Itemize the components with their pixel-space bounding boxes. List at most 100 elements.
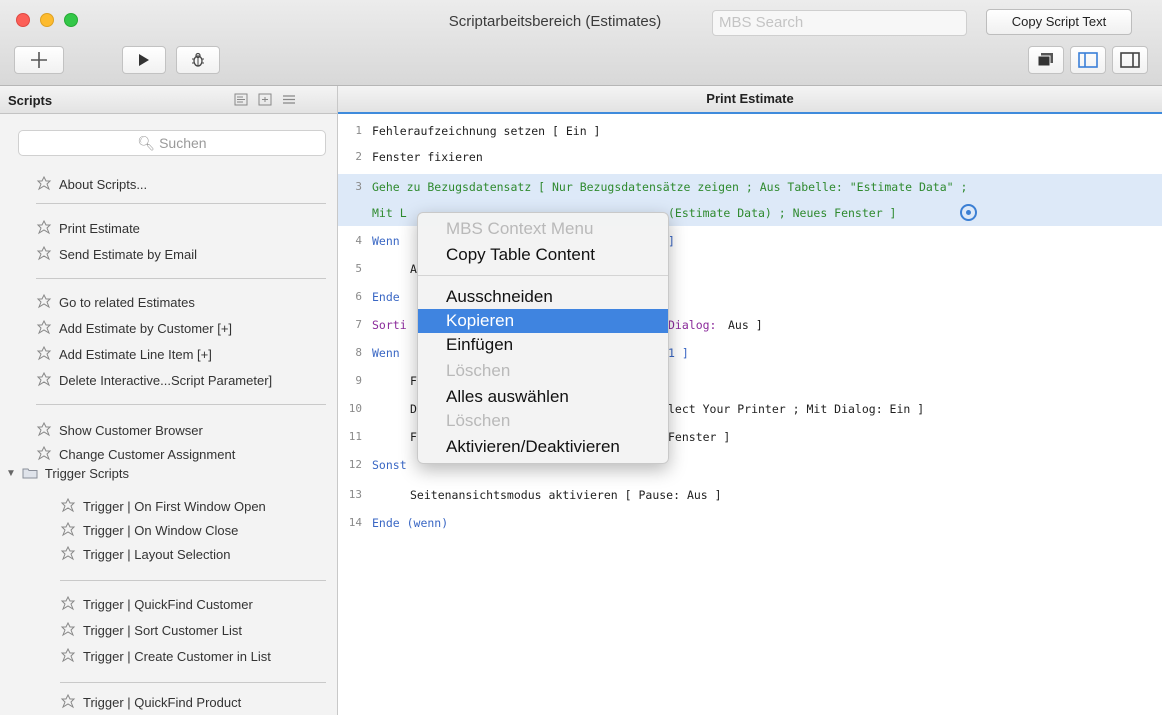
script-item-print-estimate[interactable]: Print Estimate bbox=[36, 218, 140, 238]
line-text: (Estimate Data) ; Neues Fenster ] bbox=[668, 206, 897, 220]
close-window-button[interactable] bbox=[16, 13, 30, 27]
script-icon bbox=[60, 694, 76, 709]
menu-item-toggle-enable[interactable]: Aktivieren/Deaktivieren bbox=[418, 435, 668, 459]
script-line[interactable]: 1 Fehleraufzeichnung setzen [ Ein ] bbox=[338, 118, 1162, 144]
script-icon bbox=[60, 648, 76, 663]
script-label: Change Customer Assignment bbox=[59, 446, 236, 462]
copy-script-text-button[interactable]: Copy Script Text bbox=[986, 9, 1132, 35]
script-item-trigger-layout-selection[interactable]: Trigger | Layout Selection bbox=[60, 544, 230, 564]
search-icon: 🔍︎ bbox=[137, 135, 156, 151]
line-text: Sonst bbox=[372, 458, 407, 472]
menu-item-select-all[interactable]: Alles auswählen bbox=[418, 385, 668, 409]
scripts-sidebar: Scripts 🔍︎ Suchen About Scripts... Print… bbox=[0, 86, 338, 715]
line-number: 11 bbox=[348, 430, 362, 443]
script-line[interactable]: 13 Seitenansichtsmodus aktivieren [ Paus… bbox=[338, 482, 1162, 508]
line-number: 14 bbox=[348, 516, 362, 529]
edit-step-options-icon[interactable] bbox=[960, 204, 977, 221]
play-icon bbox=[139, 54, 149, 66]
script-label: Trigger | Create Customer in List bbox=[83, 648, 271, 664]
line-text: D bbox=[410, 402, 417, 416]
sidebar-separator bbox=[36, 203, 326, 204]
script-label: Go to related Estimates bbox=[59, 294, 195, 310]
line-number: 10 bbox=[348, 402, 362, 415]
new-folder-icon[interactable] bbox=[234, 93, 248, 106]
script-item-trigger-quickfind-product[interactable]: Trigger | QuickFind Product bbox=[60, 692, 241, 712]
script-icon bbox=[60, 622, 76, 637]
script-icon bbox=[36, 246, 52, 261]
script-label: Show Customer Browser bbox=[59, 422, 203, 438]
run-script-button[interactable] bbox=[122, 46, 166, 74]
sidebar-separator bbox=[36, 404, 326, 405]
sidebar-search-input[interactable]: 🔍︎ Suchen bbox=[18, 130, 326, 156]
script-label: Trigger | On First Window Open bbox=[83, 498, 266, 514]
context-menu: MBS Context Menu Copy Table Content Auss… bbox=[417, 212, 669, 464]
script-line[interactable]: 14 Ende (wenn) bbox=[338, 510, 1162, 536]
script-item-trigger-window-close[interactable]: Trigger | On Window Close bbox=[60, 520, 238, 540]
script-line-selected[interactable]: 3 Gehe zu Bezugsdatensatz [ Nur Bezugsda… bbox=[338, 174, 1162, 200]
menu-item-delete: Löschen bbox=[446, 361, 511, 380]
line-number: 9 bbox=[355, 374, 362, 387]
script-list-view-button[interactable] bbox=[1028, 46, 1064, 74]
line-text: 1 ] bbox=[668, 346, 689, 360]
script-label: Trigger | QuickFind Customer bbox=[83, 596, 253, 612]
disclosure-triangle-icon[interactable]: ▼ bbox=[6, 468, 16, 479]
sidebar-separator bbox=[60, 682, 326, 683]
line-number: 8 bbox=[355, 346, 362, 359]
debug-script-button[interactable] bbox=[176, 46, 220, 74]
left-sidebar-toggle-button[interactable] bbox=[1070, 46, 1106, 74]
line-text: Ende (wenn) bbox=[372, 516, 449, 530]
line-text: Fenster fixieren bbox=[372, 150, 483, 164]
script-label: Trigger | Sort Customer List bbox=[83, 622, 242, 638]
title-bar: Scriptarbeitsbereich (Estimates) MBS Sea… bbox=[0, 0, 1162, 86]
script-item-trigger-sort-customer-list[interactable]: Trigger | Sort Customer List bbox=[60, 620, 242, 640]
sidebar-left-icon bbox=[1078, 52, 1098, 68]
right-sidebar-toggle-button[interactable] bbox=[1112, 46, 1148, 74]
sidebar-separator bbox=[60, 580, 326, 581]
folder-icon bbox=[22, 468, 38, 479]
line-number: 12 bbox=[348, 458, 362, 471]
zoom-window-button[interactable] bbox=[64, 13, 78, 27]
sidebar-header: Scripts bbox=[0, 86, 337, 114]
new-script-icon[interactable] bbox=[258, 93, 272, 106]
script-item-go-to-related-estimates[interactable]: Go to related Estimates bbox=[36, 292, 195, 312]
script-icon bbox=[36, 446, 52, 461]
menu-item-copy[interactable]: Kopieren bbox=[418, 309, 668, 333]
script-line[interactable]: 2 Fenster fixieren bbox=[338, 144, 1162, 170]
menu-separator bbox=[418, 275, 668, 276]
line-text: Fehleraufzeichnung setzen [ Ein ] bbox=[372, 124, 601, 138]
script-icon bbox=[36, 220, 52, 235]
bug-icon bbox=[192, 52, 204, 67]
script-item-trigger-create-customer[interactable]: Trigger | Create Customer in List bbox=[60, 646, 271, 666]
mbs-search-field[interactable]: MBS Search bbox=[712, 10, 967, 36]
editor-tab-title: Print Estimate bbox=[338, 86, 1162, 114]
script-item-delete-interactive[interactable]: Delete Interactive...Script Parameter] bbox=[36, 370, 272, 390]
line-number: 6 bbox=[355, 290, 362, 303]
menu-item-paste[interactable]: Einfügen bbox=[418, 333, 668, 357]
line-text: ] bbox=[668, 234, 675, 248]
script-item-add-estimate-by-customer[interactable]: Add Estimate by Customer [+] bbox=[36, 318, 232, 338]
menu-item-delete-2: Löschen bbox=[446, 411, 511, 430]
plus-icon bbox=[31, 52, 47, 68]
window-title: Scriptarbeitsbereich (Estimates) bbox=[448, 13, 662, 30]
menu-item-copy-table-content[interactable]: Copy Table Content bbox=[418, 243, 668, 267]
script-label: About Scripts... bbox=[59, 176, 148, 192]
script-item-trigger-quickfind-customer[interactable]: Trigger | QuickFind Customer bbox=[60, 594, 253, 614]
add-script-button[interactable] bbox=[14, 46, 64, 74]
folder-trigger-scripts[interactable]: ▼ Trigger Scripts bbox=[6, 463, 129, 483]
line-number: 3 bbox=[355, 180, 362, 193]
script-item-add-estimate-line-item[interactable]: Add Estimate Line Item [+] bbox=[36, 344, 212, 364]
line-text: Fenster ] bbox=[668, 430, 731, 444]
script-icon bbox=[36, 294, 52, 309]
script-label: Add Estimate by Customer [+] bbox=[59, 320, 233, 336]
script-item-trigger-first-window-open[interactable]: Trigger | On First Window Open bbox=[60, 496, 266, 516]
script-label: Print Estimate bbox=[59, 220, 140, 236]
script-item-about-scripts[interactable]: About Scripts... bbox=[36, 174, 147, 194]
script-item-change-customer-assignment[interactable]: Change Customer Assignment bbox=[36, 444, 235, 464]
script-item-send-estimate-by-email[interactable]: Send Estimate by Email bbox=[36, 244, 197, 264]
script-item-show-customer-browser[interactable]: Show Customer Browser bbox=[36, 420, 203, 440]
search-placeholder: Suchen bbox=[159, 135, 207, 151]
script-icon bbox=[60, 596, 76, 611]
separator-icon[interactable] bbox=[282, 93, 296, 106]
minimize-window-button[interactable] bbox=[40, 13, 54, 27]
menu-item-cut[interactable]: Ausschneiden bbox=[418, 285, 668, 309]
